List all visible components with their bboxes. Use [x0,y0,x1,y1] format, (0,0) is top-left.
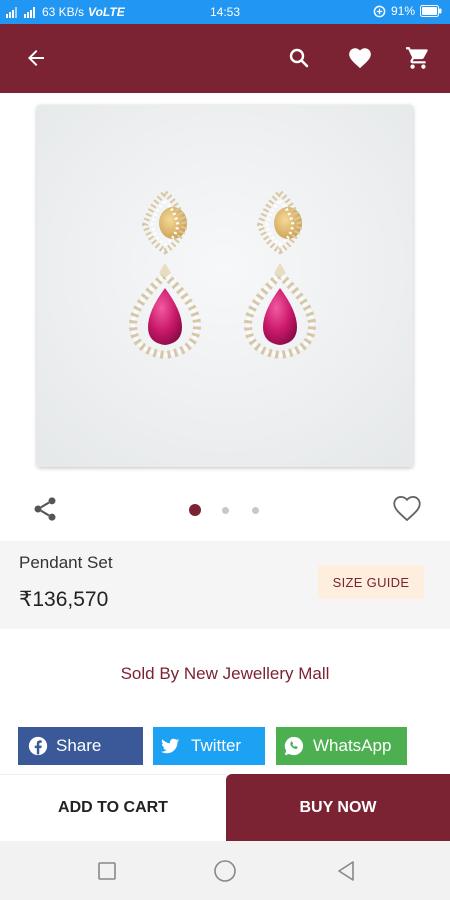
add-to-cart-button[interactable]: ADD TO CART [0,774,226,841]
product-price: ₹136,570 [19,588,109,611]
social-share-row: Share Twitter WhatsApp [0,727,450,765]
status-right: 91% [373,4,442,18]
search-icon [289,48,309,68]
product-name: Pendant Set [19,553,113,572]
cart-icon [406,47,428,69]
gallery-dot-active[interactable] [189,504,201,516]
heart-icon [349,48,371,69]
share-button[interactable] [31,495,59,528]
gallery-dot[interactable] [252,507,259,514]
recents-button[interactable] [95,859,119,883]
cta-row: ADD TO CART BUY NOW [0,774,450,841]
product-gallery [0,93,450,540]
search-button[interactable] [283,42,315,74]
facebook-icon [28,736,48,756]
whatsapp-icon [284,736,304,756]
sold-by-text: Sold By New Jewellery Mall [120,664,330,683]
buy-now-button[interactable]: BUY NOW [226,774,450,841]
twitter-icon [161,738,180,754]
product-info: Pendant Set ₹136,570 SIZE GUIDE [0,541,450,629]
gallery-controls [0,485,450,533]
battery-percent: 91% [390,4,415,18]
back-arrow-icon [28,50,44,66]
system-nav-bar [0,841,450,900]
size-guide-button[interactable]: SIZE GUIDE [318,565,424,599]
whatsapp-share-button[interactable]: WhatsApp [276,727,407,765]
product-image[interactable] [37,105,413,467]
back-triangle-icon [338,861,354,881]
home-icon [214,860,236,882]
gallery-dot[interactable] [222,507,229,514]
battery-icon [420,5,442,17]
app-bar [0,24,450,93]
twitter-share-label: Twitter [191,736,242,755]
data-saver-icon [373,5,386,17]
favorite-button[interactable] [389,491,425,530]
home-button[interactable] [213,859,237,883]
back-nav-button[interactable] [334,859,358,883]
heart-outline-icon [393,496,421,522]
share-icon [34,497,56,521]
earrings-illustration [37,105,413,467]
cart-button[interactable] [402,42,434,74]
back-button[interactable] [20,42,52,74]
recents-icon [98,862,116,880]
facebook-share-button[interactable]: Share [18,727,143,765]
facebook-share-label: Share [56,736,102,755]
wishlist-button[interactable] [344,42,376,74]
whatsapp-share-label: WhatsApp [313,736,392,755]
status-bar: 63 KB/s VoLTE 14:53 91% [0,0,450,24]
twitter-share-button[interactable]: Twitter [153,727,265,765]
